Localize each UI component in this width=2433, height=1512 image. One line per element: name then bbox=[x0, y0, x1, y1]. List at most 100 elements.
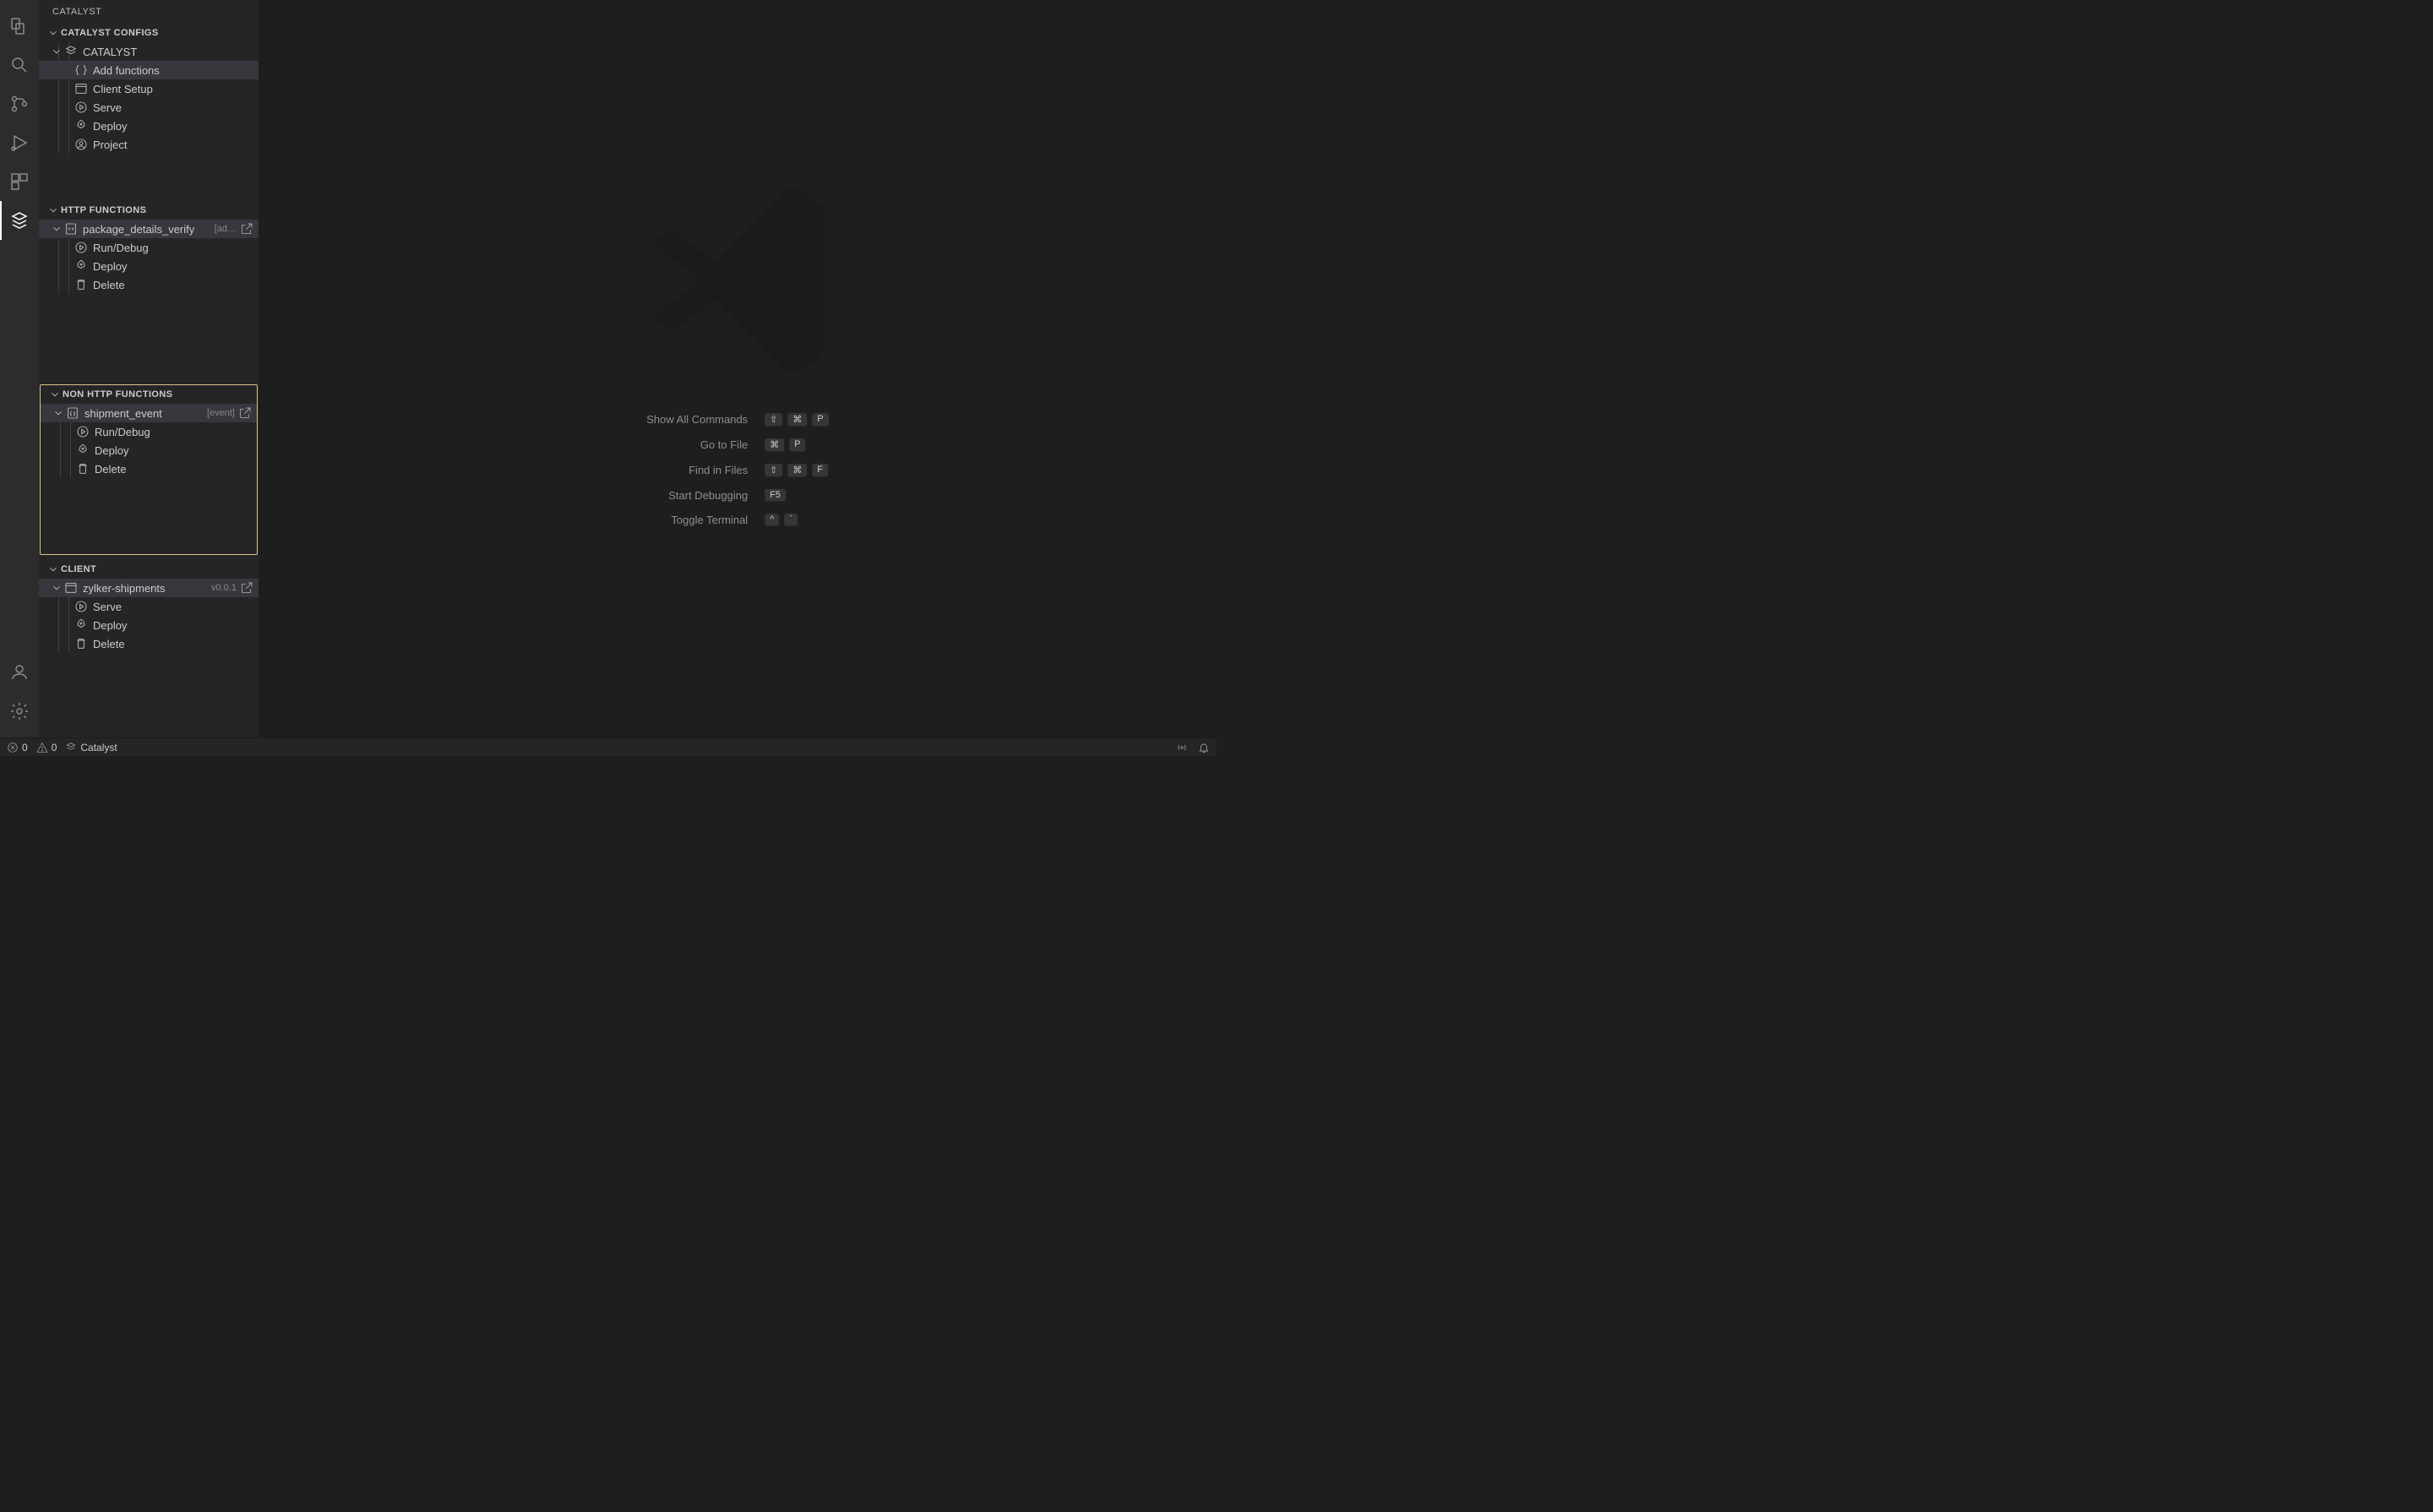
tree-label: Client Setup bbox=[93, 83, 253, 95]
tree-label: Add functions bbox=[93, 64, 253, 77]
trash-icon bbox=[74, 637, 88, 650]
status-warnings[interactable]: 0 bbox=[36, 742, 57, 753]
tree-item-deploy[interactable]: Deploy bbox=[39, 616, 259, 634]
chevron-down-icon bbox=[49, 389, 61, 400]
status-notifications[interactable] bbox=[1198, 742, 1210, 753]
open-file-icon[interactable] bbox=[240, 222, 253, 236]
tree-item-deploy[interactable]: Deploy bbox=[41, 441, 257, 460]
shortcut-label: Show All Commands bbox=[646, 413, 748, 426]
tree-label: Run/Debug bbox=[93, 242, 253, 254]
panel-client: CLIENT zylker-shipments v0.0.1 Serve bbox=[39, 560, 259, 653]
activity-bar bbox=[0, 0, 39, 737]
status-feedback[interactable] bbox=[1176, 742, 1188, 753]
tree-label: Deploy bbox=[93, 619, 253, 632]
tree-label: CATALYST bbox=[83, 46, 253, 58]
shortcut-keys: ^` bbox=[765, 514, 829, 526]
panel-title: CATALYST CONFIGS bbox=[61, 28, 159, 38]
panel-title: HTTP FUNCTIONS bbox=[61, 205, 146, 215]
chevron-down-icon bbox=[51, 582, 63, 594]
tree-meta: v0.0.1 bbox=[211, 583, 237, 593]
tree-root-shipment-event[interactable]: shipment_event [event] bbox=[41, 404, 257, 422]
accounts-icon[interactable] bbox=[0, 653, 39, 692]
stack-icon bbox=[65, 742, 77, 753]
tree-item-serve[interactable]: Serve bbox=[39, 597, 259, 616]
sidebar-title: CATALYST bbox=[39, 0, 259, 24]
source-control-icon[interactable] bbox=[0, 84, 39, 123]
chevron-down-icon bbox=[47, 204, 59, 216]
vscode-watermark-icon bbox=[619, 162, 856, 403]
tree-label: zylker-shipments bbox=[83, 582, 206, 595]
tree-label: Serve bbox=[93, 101, 253, 114]
status-catalyst[interactable]: Catalyst bbox=[65, 742, 117, 753]
tree-item-delete[interactable]: Delete bbox=[41, 460, 257, 478]
catalyst-ext-icon[interactable] bbox=[0, 201, 39, 240]
chevron-down-icon bbox=[47, 27, 59, 39]
rocket-icon bbox=[74, 618, 88, 632]
error-icon bbox=[7, 742, 19, 753]
status-errors-count: 0 bbox=[22, 742, 28, 753]
status-errors[interactable]: 0 bbox=[7, 742, 28, 753]
status-catalyst-label: Catalyst bbox=[80, 742, 117, 753]
shortcut-keys: ⌘P bbox=[765, 438, 829, 452]
tree-label: Project bbox=[93, 139, 253, 151]
editor-welcome: Show All Commands ⇧⌘P Go to File ⌘P Find… bbox=[259, 0, 1216, 737]
shortcut-label: Toggle Terminal bbox=[646, 514, 748, 526]
tree-item-client-setup[interactable]: Client Setup bbox=[39, 79, 259, 98]
search-icon[interactable] bbox=[0, 46, 39, 84]
play-circle-icon bbox=[74, 241, 88, 254]
shortcuts-list: Show All Commands ⇧⌘P Go to File ⌘P Find… bbox=[646, 413, 829, 526]
tree-item-serve[interactable]: Serve bbox=[39, 98, 259, 117]
panel-http-functions: HTTP FUNCTIONS package_details_verify [a… bbox=[39, 201, 259, 383]
shortcut-label: Find in Files bbox=[646, 464, 748, 476]
tree-label: shipment_event bbox=[84, 407, 202, 420]
tree-meta: [ad… bbox=[215, 224, 237, 234]
tree-item-delete[interactable]: Delete bbox=[39, 275, 259, 294]
tree-item-deploy[interactable]: Deploy bbox=[39, 117, 259, 135]
tree-label: Run/Debug bbox=[95, 426, 252, 438]
panel-header-client[interactable]: CLIENT bbox=[39, 560, 259, 579]
extensions-icon[interactable] bbox=[0, 162, 39, 201]
chevron-down-icon bbox=[52, 407, 64, 419]
code-file-icon bbox=[64, 222, 78, 236]
play-circle-icon bbox=[76, 425, 90, 438]
tree-label: Deploy bbox=[95, 444, 252, 457]
braces-file-icon bbox=[66, 406, 79, 420]
tree-item-deploy[interactable]: Deploy bbox=[39, 257, 259, 275]
tree-root-zylker[interactable]: zylker-shipments v0.0.1 bbox=[39, 579, 259, 597]
broadcast-icon bbox=[1176, 742, 1188, 753]
tree-root-catalyst[interactable]: CATALYST bbox=[39, 42, 259, 61]
trash-icon bbox=[76, 462, 90, 476]
panel-title: NON HTTP FUNCTIONS bbox=[63, 389, 172, 400]
rocket-icon bbox=[74, 119, 88, 133]
panel-header-configs[interactable]: CATALYST CONFIGS bbox=[39, 24, 259, 42]
open-file-icon[interactable] bbox=[238, 406, 252, 420]
open-file-icon[interactable] bbox=[240, 581, 253, 595]
panel-header-http[interactable]: HTTP FUNCTIONS bbox=[39, 201, 259, 220]
tree-root-package-details[interactable]: package_details_verify [ad… bbox=[39, 220, 259, 238]
window-icon bbox=[64, 581, 78, 595]
rocket-icon bbox=[74, 259, 88, 273]
tree-label: Delete bbox=[93, 638, 253, 650]
stack-icon bbox=[64, 45, 78, 58]
tree-item-run-debug[interactable]: Run/Debug bbox=[39, 238, 259, 257]
tree-label: package_details_verify bbox=[83, 223, 210, 236]
settings-gear-icon[interactable] bbox=[0, 692, 39, 731]
play-circle-icon bbox=[74, 600, 88, 613]
user-circle-icon bbox=[74, 138, 88, 151]
chevron-down-icon bbox=[51, 46, 63, 57]
panel-catalyst-configs: CATALYST CONFIGS CATALYST Add functions bbox=[39, 24, 259, 201]
tree-item-run-debug[interactable]: Run/Debug bbox=[41, 422, 257, 441]
tree-label: Deploy bbox=[93, 260, 253, 273]
run-debug-icon[interactable] bbox=[0, 123, 39, 162]
play-circle-icon bbox=[74, 101, 88, 114]
explorer-icon[interactable] bbox=[0, 7, 39, 46]
bell-icon bbox=[1198, 742, 1210, 753]
panel-non-http-functions: NON HTTP FUNCTIONS shipment_event [event… bbox=[40, 384, 258, 555]
tree-item-project[interactable]: Project bbox=[39, 135, 259, 154]
shortcut-label: Go to File bbox=[646, 438, 748, 451]
tree-item-delete[interactable]: Delete bbox=[39, 634, 259, 653]
tree-item-add-functions[interactable]: Add functions bbox=[39, 61, 259, 79]
panel-header-nonhttp[interactable]: NON HTTP FUNCTIONS bbox=[41, 385, 257, 404]
sidebar: CATALYST CATALYST CONFIGS CATALYST bbox=[39, 0, 259, 737]
panel-title: CLIENT bbox=[61, 564, 96, 574]
